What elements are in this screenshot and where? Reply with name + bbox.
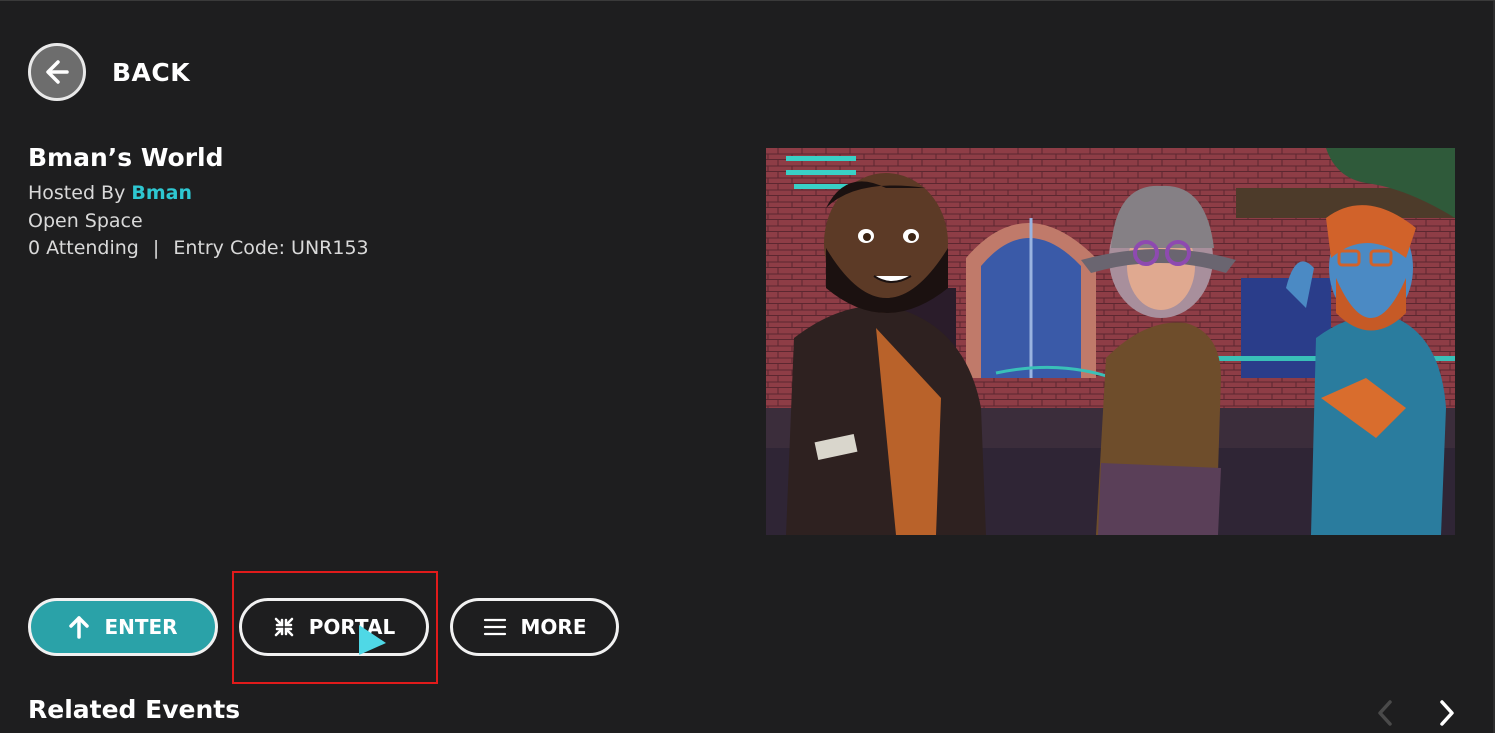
back-arrow-icon[interactable]: [28, 43, 86, 101]
hosted-by-label: Hosted By: [28, 182, 126, 204]
more-button[interactable]: MORE: [450, 598, 619, 656]
host-name-link[interactable]: Bman: [131, 182, 192, 204]
portal-collapse-icon: [273, 616, 295, 638]
entry-code: Entry Code: UNR153: [173, 237, 369, 259]
attendance-line: 0 Attending | Entry Code: UNR153: [28, 237, 369, 259]
enter-button[interactable]: ENTER: [28, 598, 218, 656]
space-type: Open Space: [28, 210, 143, 232]
hosted-by-line: Hosted By Bman: [28, 182, 192, 204]
back-label[interactable]: BACK: [112, 58, 190, 87]
attending-count: 0 Attending: [28, 237, 139, 259]
chevron-left-icon[interactable]: [1374, 699, 1396, 731]
back-button[interactable]: BACK: [28, 43, 190, 101]
related-events-heading: Related Events: [28, 695, 241, 724]
enter-label: ENTER: [104, 615, 178, 639]
separator: |: [152, 237, 160, 259]
menu-icon: [483, 617, 507, 637]
event-title: Bman’s World: [28, 143, 224, 172]
portal-button[interactable]: PORTAL: [239, 598, 429, 656]
arrow-up-icon: [68, 615, 90, 639]
chevron-right-icon[interactable]: [1436, 699, 1458, 731]
portal-label: PORTAL: [308, 615, 396, 639]
event-detail-page: BACK Bman’s World Hosted By Bman Open Sp…: [0, 0, 1495, 733]
event-hero-image: [766, 148, 1455, 535]
more-label: MORE: [520, 615, 587, 639]
